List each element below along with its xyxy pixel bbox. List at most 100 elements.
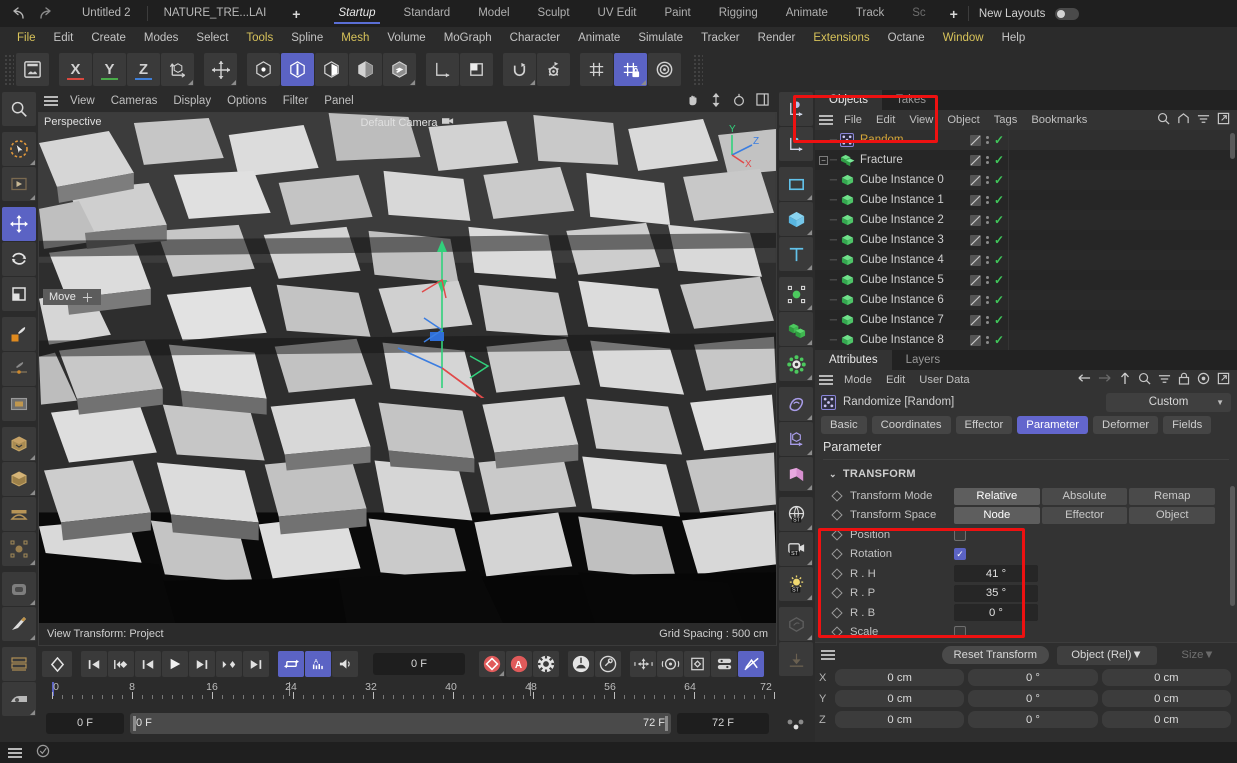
preset-dropdown[interactable]: Custom ▼ [1106, 393, 1231, 412]
attr-tab-parameter[interactable]: Parameter [1017, 416, 1088, 434]
attributes-hamburger-icon[interactable] [819, 375, 833, 385]
visibility-dots-icon[interactable] [986, 216, 989, 224]
size-dropdown[interactable]: Size ▼ [1165, 646, 1231, 665]
rotation-x-field[interactable]: 0 ° [968, 669, 1097, 686]
go-to-end-icon[interactable] [243, 651, 269, 677]
open-external-icon[interactable] [1217, 112, 1230, 128]
visibility-dots-icon[interactable] [986, 316, 989, 324]
enabled-check-icon[interactable]: ✓ [994, 133, 1004, 147]
light-object-icon[interactable]: ST [779, 567, 813, 601]
rotation-p-field[interactable]: 35 ° [954, 585, 1038, 602]
parameter-animation-icon[interactable] [595, 651, 621, 677]
grid-snap-icon[interactable] [580, 53, 613, 86]
tree-expander[interactable]: ─ [815, 275, 839, 286]
enabled-check-icon[interactable]: ✓ [994, 253, 1004, 267]
viewport-menu-filter[interactable]: Filter [275, 95, 317, 107]
brush-icon[interactable] [2, 352, 36, 386]
om-menu-file[interactable]: File [837, 114, 869, 126]
previous-frame-icon[interactable] [135, 651, 161, 677]
viewport-menu-panel[interactable]: Panel [316, 95, 361, 107]
size-z-field[interactable]: 0 cm [1102, 711, 1231, 728]
om-menu-tags[interactable]: Tags [987, 114, 1025, 126]
rotation-h-field[interactable]: 41 ° [954, 565, 1038, 582]
move-gizmo[interactable] [384, 218, 514, 398]
status-hamburger-icon[interactable] [8, 748, 22, 758]
foreground-background-color-icon[interactable] [2, 317, 36, 351]
render-queue-icon[interactable] [2, 572, 36, 606]
menu-select[interactable]: Select [187, 27, 237, 49]
enabled-check-icon[interactable]: ✓ [994, 193, 1004, 207]
timeline-end-field[interactable]: 72 F [677, 713, 769, 734]
workplane-target-icon[interactable] [648, 53, 681, 86]
coordinates-hamburger-icon[interactable] [821, 650, 835, 660]
next-key-icon[interactable] [216, 651, 242, 677]
layout-tab-uvedit[interactable]: UV Edit [584, 0, 651, 27]
attr-tab-deformer[interactable]: Deformer [1093, 416, 1158, 434]
record-pla-icon[interactable] [738, 651, 764, 677]
phong-tag-icon[interactable] [970, 215, 981, 226]
rotation-b-field[interactable]: 0 ° [954, 604, 1038, 621]
menu-tracker[interactable]: Tracker [692, 27, 749, 49]
menu-extensions[interactable]: Extensions [804, 27, 878, 49]
object-row[interactable]: ─Random✓ [815, 130, 1237, 150]
tree-expander[interactable]: ─ [815, 295, 839, 306]
object-row[interactable]: ─Cube Instance 2✓ [815, 210, 1237, 230]
forward-arrow-icon[interactable] [1098, 372, 1112, 388]
object-manager-scrollbar[interactable] [1230, 133, 1235, 159]
import-icon[interactable] [779, 642, 813, 676]
lock-z-axis-icon[interactable]: Z [127, 53, 160, 86]
phong-tag-icon[interactable] [970, 135, 981, 146]
object-manager-hamburger-icon[interactable] [819, 115, 833, 125]
menu-file[interactable]: File [8, 27, 45, 49]
transform-space-object[interactable]: Object [1129, 507, 1215, 524]
transform-mode-relative[interactable]: Relative [954, 488, 1040, 505]
tree-expander[interactable]: ─ [815, 315, 839, 326]
timeline-range-bar[interactable]: 0 F 72 F [130, 713, 671, 734]
go-to-start-icon[interactable] [81, 651, 107, 677]
layout-tab-sculpt[interactable]: Sculpt [524, 0, 584, 27]
menu-create[interactable]: Create [82, 27, 135, 49]
rotation-checkbox[interactable]: ✓ [954, 548, 966, 560]
menu-modes[interactable]: Modes [135, 27, 188, 49]
home-icon[interactable] [1177, 112, 1190, 128]
object-manager-list[interactable]: ─Random✓−─Fracture✓─Cube Instance 0✓─Cub… [815, 130, 1237, 350]
phong-tag-icon[interactable] [970, 235, 981, 246]
rotation-z-field[interactable]: 0 ° [968, 711, 1097, 728]
keyframe-diamond-icon[interactable] [831, 529, 842, 540]
previous-key-icon[interactable] [108, 651, 134, 677]
coordinate-mode-dropdown[interactable]: Object (Rel) ▼ [1057, 646, 1157, 665]
content-browser-icon[interactable] [16, 53, 49, 86]
next-frame-icon[interactable] [189, 651, 215, 677]
timeline-start-field[interactable]: 0 F [46, 713, 124, 734]
model-mode-icon[interactable] [349, 53, 382, 86]
material-icon[interactable] [779, 607, 813, 641]
visibility-dots-icon[interactable] [986, 256, 989, 264]
mograph-fracture-icon[interactable] [779, 312, 813, 346]
viewport-menu-options[interactable]: Options [219, 95, 275, 107]
om-menu-view[interactable]: View [902, 114, 940, 126]
record-rotation-icon[interactable] [657, 651, 683, 677]
layout-lock-toggle[interactable] [1055, 8, 1079, 20]
visibility-dots-icon[interactable] [986, 336, 989, 344]
enabled-check-icon[interactable]: ✓ [994, 233, 1004, 247]
check-circle-icon[interactable] [36, 744, 50, 761]
camera-badge-icon[interactable] [442, 116, 455, 129]
layout-tab-paint[interactable]: Paint [651, 0, 705, 27]
tree-expander[interactable]: −─ [815, 155, 839, 166]
visibility-dots-icon[interactable] [986, 176, 989, 184]
move-tool-icon[interactable] [204, 53, 237, 86]
texture-axis-icon[interactable] [460, 53, 493, 86]
tree-expander[interactable]: ─ [815, 335, 839, 346]
menu-window[interactable]: Window [934, 27, 993, 49]
enabled-check-icon[interactable]: ✓ [994, 213, 1004, 227]
layout-tab-model[interactable]: Model [464, 0, 523, 27]
object-row[interactable]: ─Cube Instance 1✓ [815, 190, 1237, 210]
layout-tab-standard[interactable]: Standard [390, 0, 465, 27]
search-icon[interactable] [2, 92, 36, 126]
tab-objects[interactable]: Objects [815, 90, 882, 110]
enabled-check-icon[interactable]: ✓ [994, 293, 1004, 307]
phong-tag-icon[interactable] [970, 155, 981, 166]
document-tab-0[interactable]: Untitled 2 [66, 0, 147, 27]
layout-tab-startup[interactable]: Startup [324, 0, 389, 27]
render-settings-icon[interactable] [2, 497, 36, 531]
